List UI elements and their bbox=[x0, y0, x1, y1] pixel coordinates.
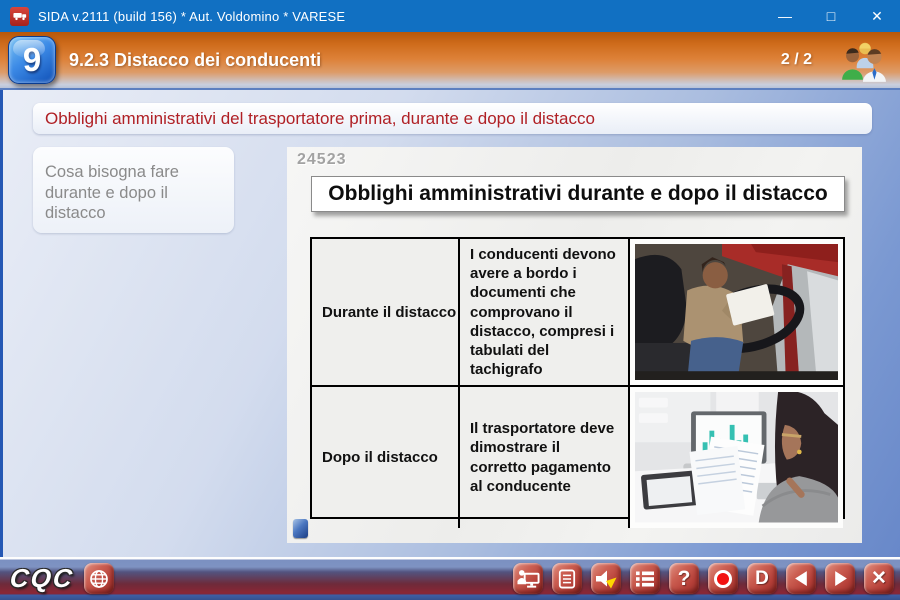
globe-icon bbox=[89, 569, 109, 589]
cqc-logo: CQC bbox=[8, 563, 75, 594]
presenter-button[interactable] bbox=[513, 563, 543, 594]
topic-title: Obblighi amministrativi del trasportator… bbox=[45, 109, 595, 129]
slide-number: 24523 bbox=[297, 151, 347, 169]
arrow-left-icon bbox=[793, 570, 810, 587]
back-button[interactable] bbox=[786, 563, 816, 594]
arrow-right-icon bbox=[832, 570, 849, 587]
table-row1-label: Durante il distacco bbox=[312, 239, 460, 387]
bottom-toolbar: CQC bbox=[0, 557, 900, 600]
document-text-icon bbox=[558, 569, 576, 589]
help-button[interactable]: ? bbox=[669, 563, 699, 594]
chapter-9-badge-icon: 9 bbox=[8, 36, 56, 84]
minimize-button[interactable]: — bbox=[762, 0, 808, 32]
exit-button[interactable]: ✕ bbox=[864, 563, 894, 594]
sida-publisher-logo-icon bbox=[293, 519, 308, 538]
slide-table: Durante il distacco I conducenti devono … bbox=[310, 237, 845, 519]
question-icon: ? bbox=[678, 567, 691, 591]
dictionary-button[interactable]: D bbox=[747, 563, 777, 594]
side-note-line1: Cosa bisogna fare bbox=[45, 162, 226, 183]
students-group-icon[interactable] bbox=[840, 40, 888, 82]
slide-canvas: 24523 Obblighi amministrativi durante e … bbox=[287, 147, 862, 543]
lesson-header: 9 9.2.3 Distacco dei conducenti 2 / 2 bbox=[0, 32, 900, 90]
index-list-button[interactable] bbox=[630, 563, 660, 594]
table-row1-text: I conducenti devono avere a bordo i docu… bbox=[460, 239, 630, 387]
close-button[interactable]: ✕ bbox=[854, 0, 900, 32]
speaker-icon bbox=[595, 569, 617, 589]
topic-title-bar: Obblighi amministrativi del trasportator… bbox=[33, 103, 872, 134]
lesson-title: 9.2.3 Distacco dei conducenti bbox=[69, 50, 321, 71]
side-note-line2: durante e dopo il distacco bbox=[45, 183, 226, 224]
truck-driver-reading-documents-image bbox=[630, 239, 843, 387]
slide-title: Obblighi amministrativi durante e dopo i… bbox=[311, 176, 845, 212]
record-icon bbox=[714, 570, 732, 588]
globe-button[interactable] bbox=[84, 563, 114, 594]
window-titlebar: SIDA v.2111 (build 156) * Aut. Voldomino… bbox=[0, 0, 900, 32]
main-content: Obblighi amministrativi del trasportator… bbox=[0, 90, 900, 557]
side-note-panel: Cosa bisogna fare durante e dopo il dist… bbox=[33, 147, 234, 233]
audio-button[interactable] bbox=[591, 563, 621, 594]
forward-button[interactable] bbox=[825, 563, 855, 594]
maximize-button[interactable]: □ bbox=[808, 0, 854, 32]
table-row2-label: Dopo il distacco bbox=[312, 387, 460, 528]
record-button[interactable] bbox=[708, 563, 738, 594]
woman-reviewing-payment-documents-image bbox=[630, 387, 843, 528]
list-icon bbox=[635, 570, 655, 588]
letter-d-icon: D bbox=[755, 568, 769, 590]
page-indicator: 2 / 2 bbox=[781, 51, 812, 69]
window-title: SIDA v.2111 (build 156) * Aut. Voldomino… bbox=[38, 9, 345, 24]
table-row2-text: Il trasportatore deve dimostrare il corr… bbox=[460, 387, 630, 528]
app-truck-icon bbox=[10, 7, 29, 26]
text-page-button[interactable] bbox=[552, 563, 582, 594]
close-x-icon: ✕ bbox=[871, 567, 887, 590]
truck-glyph bbox=[13, 11, 27, 21]
window-controls: — □ ✕ bbox=[762, 0, 900, 32]
toolbar-buttons: ? D ✕ bbox=[513, 563, 894, 594]
presenter-screen-icon bbox=[517, 569, 540, 589]
